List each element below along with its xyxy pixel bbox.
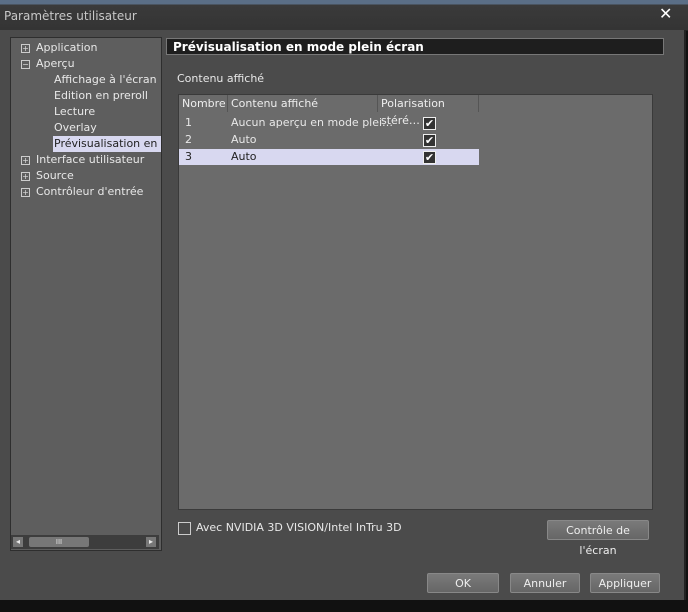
column-header-nombre[interactable]: Nombre (179, 95, 228, 112)
expand-icon[interactable]: + (21, 156, 30, 165)
tree-item-overlay[interactable]: Overlay (54, 120, 97, 136)
row-number: 2 (185, 133, 192, 146)
display-content-table: Nombre Contenu affiché Polarisation stér… (178, 94, 653, 510)
title-bar: Paramètres utilisateur ✕ (0, 0, 688, 31)
collapse-icon[interactable]: − (21, 60, 30, 69)
table-row-selected[interactable]: 3 Auto ✔ (179, 149, 479, 165)
scroll-thumb[interactable]: III (29, 537, 89, 547)
tree-item-apercu[interactable]: − Aperçu (11, 56, 161, 72)
cancel-button[interactable]: Annuler (510, 573, 580, 593)
row-content: Auto (231, 150, 257, 163)
checkbox-icon[interactable]: ✔ (423, 151, 436, 164)
panel-header: Prévisualisation en mode plein écran (166, 38, 664, 55)
tree-item-affichage[interactable]: Affichage à l'écran (54, 72, 157, 88)
tree-horizontal-scrollbar[interactable]: ◂ III ▸ (11, 535, 159, 549)
table-row[interactable]: 1 Aucun aperçu en mode plei… ✔ (179, 115, 479, 131)
tree-item-interface[interactable]: + Interface utilisateur (11, 152, 161, 168)
tree-label: Aperçu (36, 57, 75, 70)
table-row[interactable]: 2 Auto ✔ (179, 132, 479, 148)
tree-item-source[interactable]: + Source (11, 168, 161, 184)
nvidia-3d-label: Avec NVIDIA 3D VISION/Intel InTru 3D (196, 521, 402, 534)
settings-tree: + Application − Aperçu Affichage à l'écran… (10, 37, 162, 551)
tree-item-lecture[interactable]: Lecture (54, 104, 95, 120)
expand-icon[interactable]: + (21, 44, 30, 53)
section-label: Contenu affiché (177, 72, 265, 85)
column-header-contenu[interactable]: Contenu affiché (228, 95, 378, 112)
scroll-right-icon[interactable]: ▸ (146, 537, 156, 547)
tree-label: Contrôleur d'entrée (36, 185, 144, 198)
tree-item-edition-preroll[interactable]: Edition en preroll (54, 88, 148, 104)
checkbox-icon[interactable]: ✔ (423, 134, 436, 147)
scroll-left-icon[interactable]: ◂ (13, 537, 23, 547)
row-number: 3 (185, 150, 192, 163)
tree-label: Application (36, 41, 98, 54)
nvidia-3d-checkbox[interactable] (178, 522, 191, 535)
screen-control-button[interactable]: Contrôle de l'écran (547, 520, 649, 557)
ok-button[interactable]: OK (427, 573, 499, 593)
close-icon[interactable]: ✕ (659, 6, 673, 22)
apply-button[interactable]: Appliquer (590, 573, 660, 593)
expand-icon[interactable]: + (21, 172, 30, 181)
tree-item-application[interactable]: + Application (11, 40, 161, 56)
checkbox-icon[interactable]: ✔ (423, 117, 436, 130)
tree-label: Interface utilisateur (36, 153, 145, 166)
row-number: 1 (185, 116, 192, 129)
row-content: Aucun aperçu en mode plei… (231, 116, 394, 129)
row-content: Auto (231, 133, 257, 146)
column-header-polarisation[interactable]: Polarisation stéré… (378, 95, 479, 127)
tree-item-controleur[interactable]: + Contrôleur d'entrée (11, 184, 161, 200)
tree-label: Source (36, 169, 74, 182)
expand-icon[interactable]: + (21, 188, 30, 197)
tree-item-previsualisation[interactable]: Prévisualisation en mo (53, 136, 161, 152)
window-title: Paramètres utilisateur (4, 9, 137, 23)
